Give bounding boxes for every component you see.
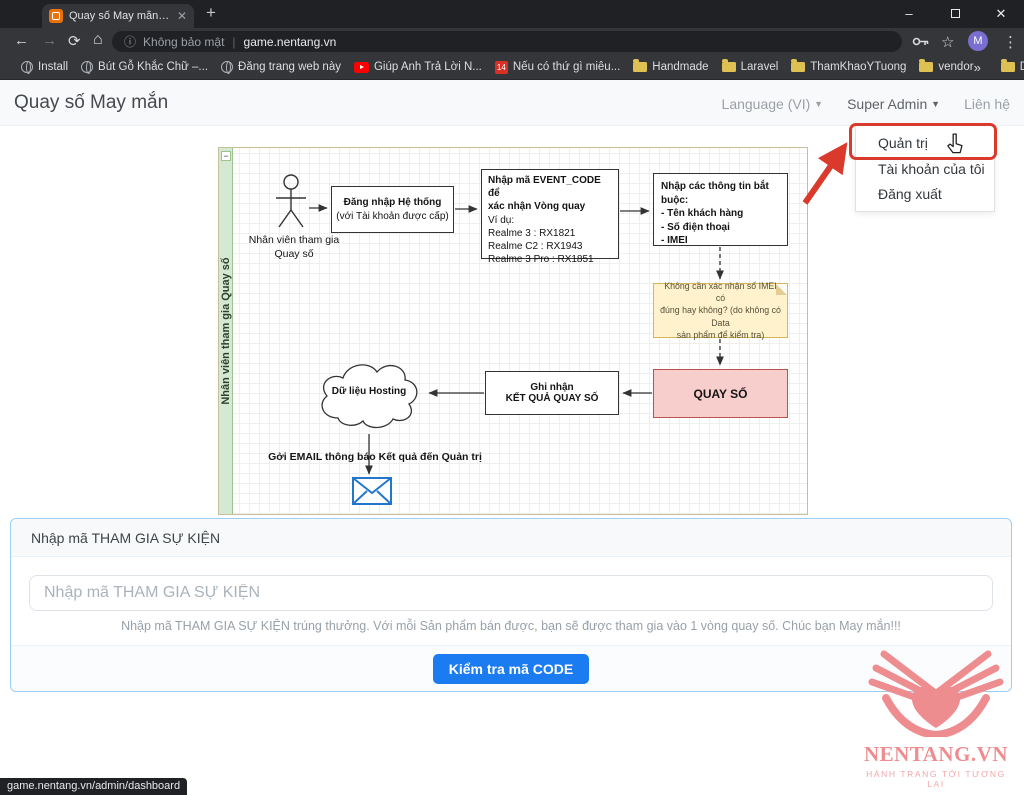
globe-icon — [81, 61, 93, 73]
bookmarks-bar: Install Bút Gỗ Khắc Chữ –... Đăng trang … — [0, 55, 1024, 80]
page-title: Quay số May mắn — [14, 92, 168, 114]
folder-icon — [791, 62, 805, 72]
bookmark-item[interactable]: 14Nếu có thứ gì miêu... — [495, 61, 620, 74]
chevron-down-icon: ▼ — [814, 99, 823, 109]
event-code-input[interactable] — [29, 575, 993, 611]
flowchart-image: − Nhân viên tham gia Quay số — [218, 147, 808, 515]
bookmark-item[interactable]: Giúp Anh Trả Lời N... — [354, 61, 482, 73]
security-label: Không bảo mật — [143, 35, 224, 49]
address-url: game.nentang.vn — [244, 35, 337, 49]
card-help-text: Nhập mã THAM GIA SỰ KIỆN trúng thưởng. V… — [11, 619, 1011, 633]
node-login: Đăng nhập Hệ thống (với Tài khoản được c… — [331, 186, 454, 233]
nentang-logo: NENTANG.VN HÀNH TRANG TỚI TƯƠNG LAI — [856, 642, 1016, 789]
nav-contact[interactable]: Liên hệ — [964, 96, 1010, 112]
status-url: game.nentang.vn/admin/dashboard — [0, 778, 187, 795]
browser-tab[interactable]: Quay số May mắn | Trang chủ ✕ — [42, 4, 194, 28]
site-header: Quay số May mắn Language (VI) ▼ Super Ad… — [0, 80, 1024, 126]
node-spin: QUAY SỐ — [653, 369, 788, 418]
logo-name: NENTANG.VN — [856, 742, 1016, 767]
card-header: Nhập mã THAM GIA SỰ KIỆN — [11, 519, 1011, 557]
other-bookmarks-button[interactable]: Dấu trang khác — [1001, 61, 1024, 73]
info-icon[interactable]: ⓘ — [124, 33, 136, 50]
key-icon[interactable] — [912, 35, 930, 48]
bookmark-item[interactable]: Bút Gỗ Khắc Chữ –... — [81, 61, 208, 73]
swimlane: Nhân viên tham gia Quay số — [219, 148, 233, 514]
bookmarks-overflow-button[interactable]: » — [974, 60, 981, 75]
bookmark-folder[interactable]: ThamKhaoYTuong — [791, 61, 906, 73]
address-bar[interactable]: ⓘ Không bảo mật | game.nentang.vn — [112, 31, 902, 52]
check-code-button[interactable]: Kiểm tra mã CODE — [433, 654, 589, 684]
menu-item-logout[interactable]: Đăng xuất — [878, 186, 942, 202]
reload-icon[interactable]: ⟳ — [68, 32, 81, 50]
bookmark-star-icon[interactable]: ☆ — [941, 33, 954, 51]
window-restore-button[interactable] — [932, 0, 978, 28]
profile-avatar[interactable]: M — [968, 31, 988, 51]
tab-title: Quay số May mắn | Trang chủ — [69, 10, 172, 22]
globe-icon — [221, 61, 233, 73]
tab-close-icon[interactable]: ✕ — [177, 9, 187, 23]
browser-menu-icon[interactable]: ⋮ — [1003, 33, 1018, 51]
logo-book-heart-icon — [856, 642, 1016, 737]
folder-icon — [919, 62, 933, 72]
home-icon[interactable]: ⌂ — [93, 31, 103, 49]
email-icon — [353, 478, 391, 504]
logo-tagline: HÀNH TRANG TỚI TƯƠNG LAI — [856, 769, 1016, 789]
bookmark-item[interactable]: Đăng trang web này — [221, 61, 341, 73]
tab-favicon-icon — [49, 9, 63, 23]
youtube-icon — [354, 62, 369, 73]
collapse-icon: − — [221, 151, 231, 161]
new-tab-button[interactable]: + — [206, 3, 216, 23]
folder-icon — [722, 62, 736, 72]
actor-icon — [276, 175, 306, 227]
bookmark-item[interactable]: Install — [21, 61, 68, 73]
forward-icon[interactable]: → — [42, 32, 57, 49]
bookmark-folder[interactable]: Handmade — [633, 61, 708, 73]
nav-language[interactable]: Language (VI) ▼ — [722, 96, 824, 112]
email-label: Gởi EMAIL thông báo Kết quả đến Quản trị — [239, 451, 511, 463]
node-result: Ghi nhận KẾT QUẢ QUAY SỐ — [485, 371, 619, 415]
cloud-label: Dữ liệu Hosting — [321, 386, 417, 397]
node-note: Không cần xác nhận số IMEI có đúng hay k… — [653, 283, 788, 338]
bookmark-folder[interactable]: vendor — [919, 61, 973, 73]
folder-icon — [1001, 62, 1015, 72]
window-close-button[interactable]: ✕ — [978, 0, 1024, 28]
browser-titlebar: Quay số May mắn | Trang chủ ✕ + – ✕ — [0, 0, 1024, 28]
node-event-code: Nhập mã EVENT_CODE để xác nhận Vòng quay… — [481, 169, 619, 259]
site-favicon-icon: 14 — [495, 61, 508, 74]
window-minimize-button[interactable]: – — [886, 0, 932, 28]
bookmark-folder[interactable]: Laravel — [722, 61, 779, 73]
globe-icon — [21, 61, 33, 73]
node-required-info: Nhập các thông tin bắt buộc: - Tên khách… — [653, 173, 788, 246]
actor-label: Nhân viên tham gia Quay số — [244, 234, 344, 261]
folder-icon — [633, 62, 647, 72]
highlight-box-annotation — [849, 123, 997, 160]
nav-user-menu[interactable]: Super Admin ▼ — [847, 96, 940, 112]
chevron-down-icon: ▼ — [931, 99, 940, 109]
hand-cursor-icon — [945, 133, 966, 154]
menu-item-my-account[interactable]: Tài khoản của tôi — [878, 161, 985, 177]
back-icon[interactable]: ← — [14, 32, 29, 49]
